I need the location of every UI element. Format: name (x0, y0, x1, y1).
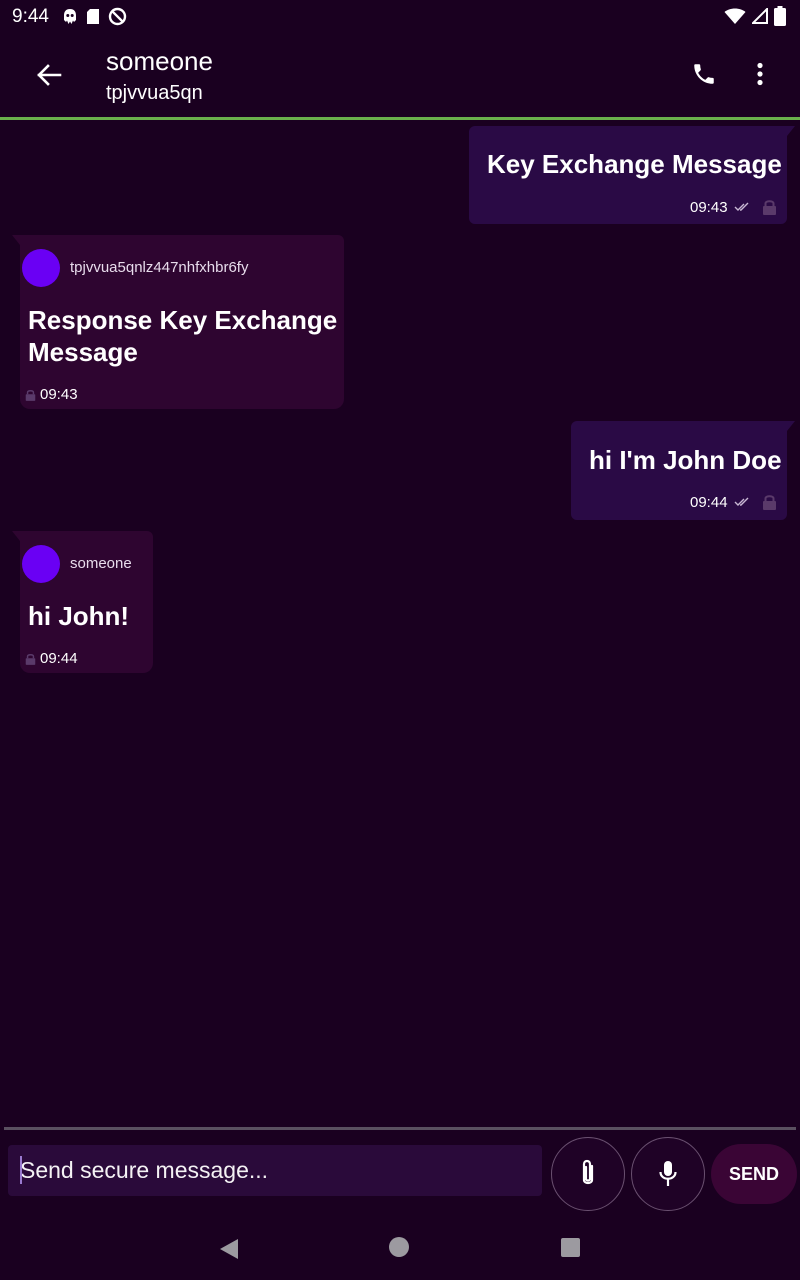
message-bubble-outgoing[interactable]: hi I'm John Doe 09:44 (571, 421, 795, 520)
app-bar-divider (0, 117, 800, 120)
sender-avatar[interactable] (22, 545, 60, 583)
message-text: hi John! (28, 601, 130, 631)
system-nav-bar (0, 1216, 800, 1280)
message-time: 09:44 (40, 650, 78, 667)
message-meta: 09:43 (25, 386, 78, 403)
nav-home-icon[interactable] (389, 1237, 409, 1257)
lock-icon (25, 389, 36, 401)
signal-icon (752, 8, 768, 24)
sd-card-icon (87, 9, 99, 24)
back-button[interactable] (24, 54, 74, 96)
lock-icon (762, 200, 776, 215)
app-bar: someone tpjvvua5qn (0, 34, 800, 118)
message-text: Key Exchange Message (487, 149, 782, 179)
sender-avatar[interactable] (22, 249, 60, 287)
double-check-icon (734, 202, 749, 211)
message-time: 09:43 (40, 386, 78, 403)
message-meta: 09:44 (690, 493, 777, 511)
contact-id: tpjvvua5qn (106, 82, 203, 104)
message-text: Response Key Exchange Message (28, 304, 337, 368)
bubble-tail (12, 531, 20, 541)
status-icons-right (724, 6, 786, 26)
text-cursor (20, 1156, 22, 1184)
paperclip-icon (582, 1159, 594, 1185)
status-time: 9:44 (12, 6, 49, 27)
message-text: hi I'm John Doe (589, 445, 782, 475)
arrow-back-icon (37, 64, 62, 86)
voice-record-button[interactable] (631, 1137, 705, 1211)
phone-icon (694, 64, 714, 84)
message-meta: 09:43 (690, 198, 777, 216)
message-text-line: Message (28, 337, 138, 367)
chat-screen: 9:44 someone tpjvvua5qn Key Exchange Mes… (0, 0, 800, 1280)
no-disturb-icon (108, 7, 127, 26)
nav-recents-icon[interactable] (561, 1238, 580, 1257)
microphone-icon (659, 1161, 677, 1186)
message-bubble-incoming[interactable]: someone hi John! 09:44 (12, 531, 153, 673)
double-check-icon (734, 497, 749, 506)
ghost-icon (64, 8, 76, 24)
message-meta: 09:44 (25, 650, 78, 667)
message-text-line: Response Key Exchange (28, 305, 338, 335)
bubble-tail (787, 421, 795, 431)
battery-icon (774, 6, 786, 26)
message-time: 09:43 (690, 198, 728, 216)
sender-name: tpjvvua5qnlz447nhfxhbr6fy (70, 259, 249, 276)
message-bubble-incoming[interactable]: tpjvvua5qnlz447nhfxhbr6fy Response Key E… (12, 235, 344, 409)
bubble-tail (787, 126, 795, 136)
composer-divider (4, 1127, 796, 1130)
contact-name[interactable]: someone (106, 46, 213, 77)
message-input[interactable] (8, 1145, 542, 1196)
bubble-tail (12, 235, 20, 245)
more-options-button[interactable] (742, 54, 778, 94)
wifi-icon (724, 8, 746, 24)
status-icons-left (62, 7, 127, 26)
call-button[interactable] (684, 54, 724, 94)
status-bar: 9:44 (0, 0, 800, 34)
send-button[interactable]: SEND (711, 1144, 797, 1204)
message-bubble-outgoing[interactable]: Key Exchange Message 09:43 (469, 126, 795, 224)
lock-icon (762, 495, 776, 510)
message-time: 09:44 (690, 493, 728, 511)
lock-icon (25, 653, 36, 665)
attach-button[interactable] (551, 1137, 625, 1211)
sender-name: someone (70, 555, 132, 572)
nav-back-icon[interactable] (218, 1238, 240, 1260)
more-vert-icon (757, 62, 763, 86)
